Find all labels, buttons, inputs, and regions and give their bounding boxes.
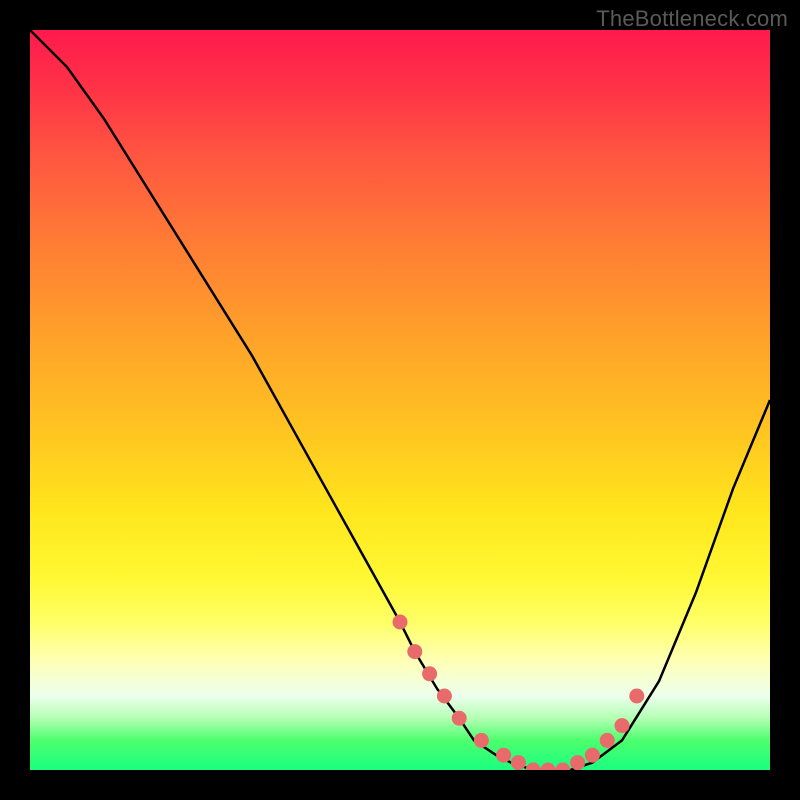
marker-dot bbox=[629, 689, 644, 704]
marker-dot bbox=[437, 689, 452, 704]
marker-dot bbox=[511, 755, 526, 770]
marker-dot bbox=[474, 733, 489, 748]
marker-dot bbox=[496, 748, 511, 763]
marker-dot bbox=[541, 763, 556, 771]
marker-dot bbox=[570, 755, 585, 770]
marker-dot bbox=[452, 711, 467, 726]
watermark-text: TheBottleneck.com bbox=[596, 6, 788, 32]
marker-dot bbox=[422, 666, 437, 681]
plot-area bbox=[30, 30, 770, 770]
curve-layer bbox=[30, 30, 770, 770]
marker-dot bbox=[407, 644, 422, 659]
chart-frame: TheBottleneck.com bbox=[0, 0, 800, 800]
marker-dot bbox=[526, 763, 541, 771]
marker-dot bbox=[600, 733, 615, 748]
marker-dot bbox=[393, 615, 408, 630]
marker-dot bbox=[585, 748, 600, 763]
marker-dot bbox=[555, 763, 570, 771]
marker-dot bbox=[615, 718, 630, 733]
bottleneck-curve bbox=[30, 30, 770, 770]
